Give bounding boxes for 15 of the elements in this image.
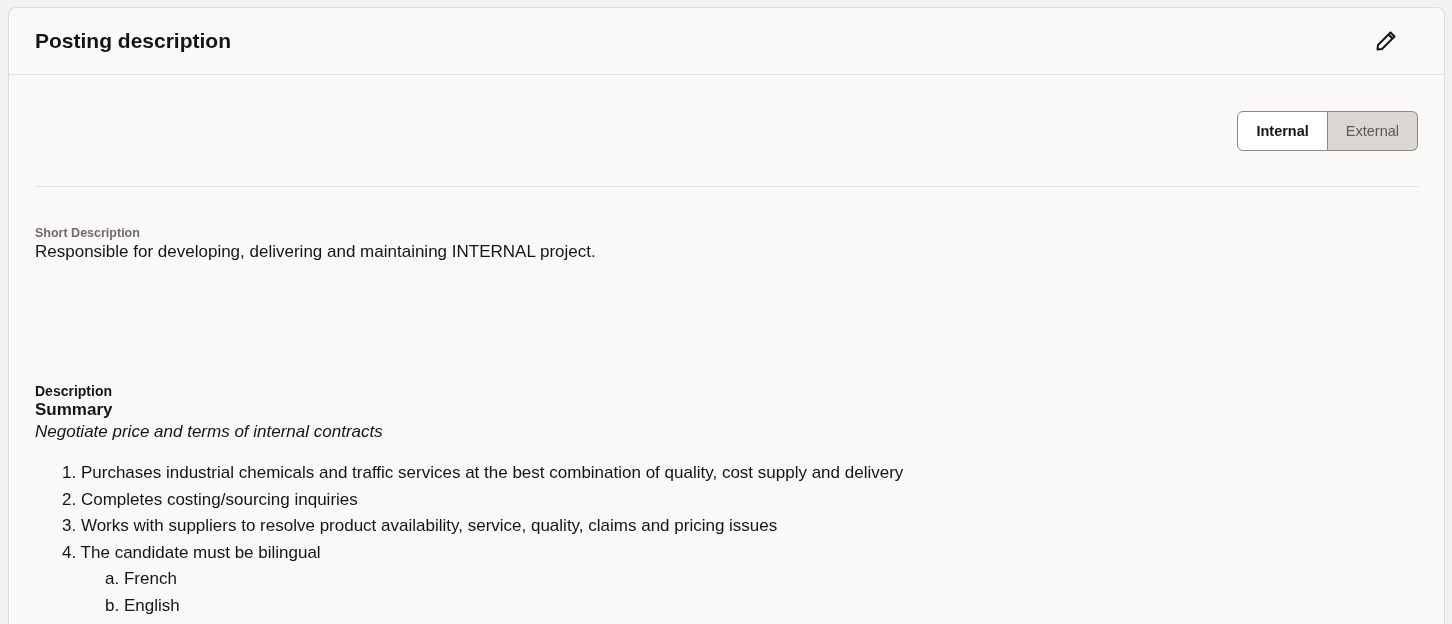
segment-tab[interactable]: External [1327,111,1418,151]
field-value: Responsible for developing, delivering and maintaining INTERNAL project. [35,241,597,263]
list-item: b. English [105,594,180,617]
list-item: 4. The candidate must be bilingual [62,541,321,564]
segment-tab[interactable]: Internal [1237,111,1328,151]
list-item: 3. Works with suppliers to resolve product availability, service, quality, claims and pricing issues [62,515,778,538]
card-title: Posting description [35,29,231,53]
pencil-icon [1375,30,1397,52]
field-label: Short Description [35,225,141,241]
summary-heading: Summary [35,399,114,421]
list-item: a. French [105,568,177,591]
summary-subheading: Negotiate price and terms of internal contracts [35,421,384,443]
list-item: 1. Purchases industrial chemicals and traffic services at the best combination of quality, cost supply and delivery [62,462,904,484]
list-item: 2. Completes costing/sourcing inquiries [62,488,358,511]
field-label: Description [35,383,113,399]
